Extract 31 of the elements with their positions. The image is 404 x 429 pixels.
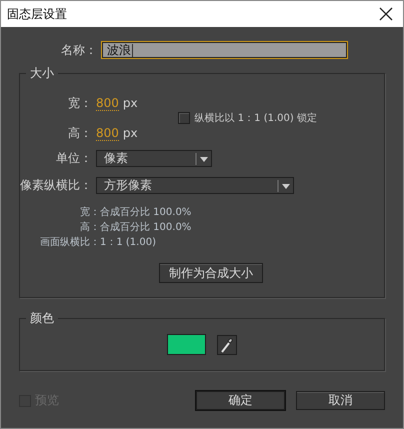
width-unit: px (122, 96, 138, 110)
info-label: 宽： (79, 206, 100, 218)
cancel-button[interactable]: 取消 (296, 391, 385, 410)
info-value: 合成百分比 100.0% (100, 220, 192, 234)
width-value[interactable]: 800 (96, 96, 119, 110)
info-value: 1：1 (1.00) (100, 236, 156, 248)
height-unit: px (122, 126, 138, 140)
close-icon[interactable] (379, 7, 393, 21)
make-comp-size-button[interactable]: 制作为合成大小 (159, 263, 263, 283)
info-value: 合成百分比 100.0% (100, 206, 192, 218)
window-title: 固态层设置 (7, 6, 67, 22)
name-label: 名称： (60, 42, 97, 58)
info-label: 画面纵横比： (39, 236, 100, 248)
units-dropdown[interactable]: 像素 (96, 150, 212, 167)
group-legend: 大小 (26, 65, 58, 82)
lock-label: 纵横比以 1：1 (1.00) 锁定 (194, 112, 317, 125)
pixel-aspect-label: 像素纵横比： (20, 177, 92, 194)
height-value[interactable]: 800 (96, 126, 119, 140)
eyedropper-button[interactable] (217, 334, 237, 354)
height-label: 高： (67, 124, 92, 142)
dropdown-arrow-icon[interactable] (195, 152, 211, 164)
info-label: 高： (79, 220, 100, 234)
ok-button[interactable]: 确定 (196, 391, 285, 410)
color-swatch[interactable] (167, 334, 206, 355)
lock-checkbox[interactable] (178, 112, 190, 124)
group-legend: 颜色 (26, 310, 58, 327)
width-label: 宽： (67, 94, 92, 112)
name-field[interactable]: 波浪 (101, 41, 348, 59)
dropdown-arrow-icon[interactable] (277, 180, 293, 192)
pixel-aspect-dropdown[interactable]: 方形像素 (96, 177, 294, 194)
units-label: 单位： (55, 150, 92, 167)
